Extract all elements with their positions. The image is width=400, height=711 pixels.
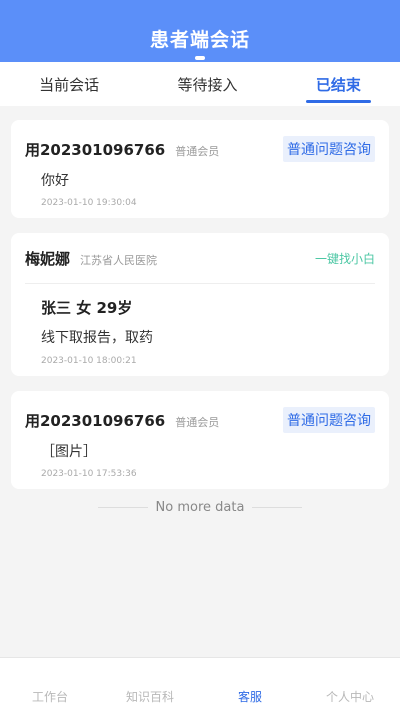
- header-indicator: [195, 56, 205, 60]
- tabbar-profile[interactable]: 个人中心: [310, 688, 390, 705]
- bottom-tabbar: 工作台 知识百科 客服 个人中心: [0, 657, 400, 711]
- message-time: 2023-01-10 18:00:21: [41, 356, 137, 366]
- hospital-name: 江苏省人民医院: [80, 253, 158, 267]
- tab-waiting[interactable]: 等待接入: [171, 64, 243, 105]
- divider-left: [97, 507, 148, 508]
- tabbar-service[interactable]: 客服: [210, 688, 290, 705]
- consult-type-tag: 普通问题咨询: [283, 407, 375, 433]
- tab-current[interactable]: 当前会话: [33, 64, 105, 105]
- session-card[interactable]: 用202301096766 普通会员 普通问题咨询 你好 2023-01-10 …: [11, 120, 389, 218]
- last-message: ［图片］: [41, 444, 97, 460]
- session-user-name: 用202301096766: [25, 411, 166, 430]
- divider-right: [252, 507, 303, 508]
- session-card[interactable]: 用202301096766 普通会员 普通问题咨询 ［图片］ 2023-01-1…: [11, 391, 389, 489]
- tabbar-knowledge[interactable]: 知识百科: [110, 688, 190, 705]
- patient-info: 张三 女 29岁: [41, 299, 133, 317]
- tabbar-workbench[interactable]: 工作台: [10, 688, 90, 705]
- last-message: 线下取报告，取药: [41, 330, 153, 346]
- member-level: 普通会员: [175, 144, 220, 158]
- session-tabs: 当前会话 等待接入 已结束: [0, 62, 400, 106]
- message-time: 2023-01-10 19:30:04: [41, 198, 137, 208]
- member-level: 普通会员: [175, 415, 220, 429]
- list-end-indicator: No more data: [0, 500, 400, 515]
- no-more-text: No more data: [155, 500, 245, 515]
- doctor-name: 梅妮娜: [25, 249, 71, 268]
- find-assistant-link[interactable]: 一键找小白: [315, 250, 375, 267]
- session-user-name: 用202301096766: [25, 140, 166, 159]
- consult-type-tag: 普通问题咨询: [283, 136, 375, 162]
- session-card[interactable]: 梅妮娜 江苏省人民医院 一键找小白 张三 女 29岁 线下取报告，取药 2023…: [11, 233, 389, 376]
- message-time: 2023-01-10 17:53:36: [41, 469, 137, 479]
- app-header: 患者端会话: [0, 0, 400, 62]
- tab-ended[interactable]: 已结束: [305, 64, 371, 105]
- last-message: 你好: [41, 173, 69, 189]
- card-divider: [25, 283, 375, 284]
- page-title: 患者端会话: [149, 29, 250, 51]
